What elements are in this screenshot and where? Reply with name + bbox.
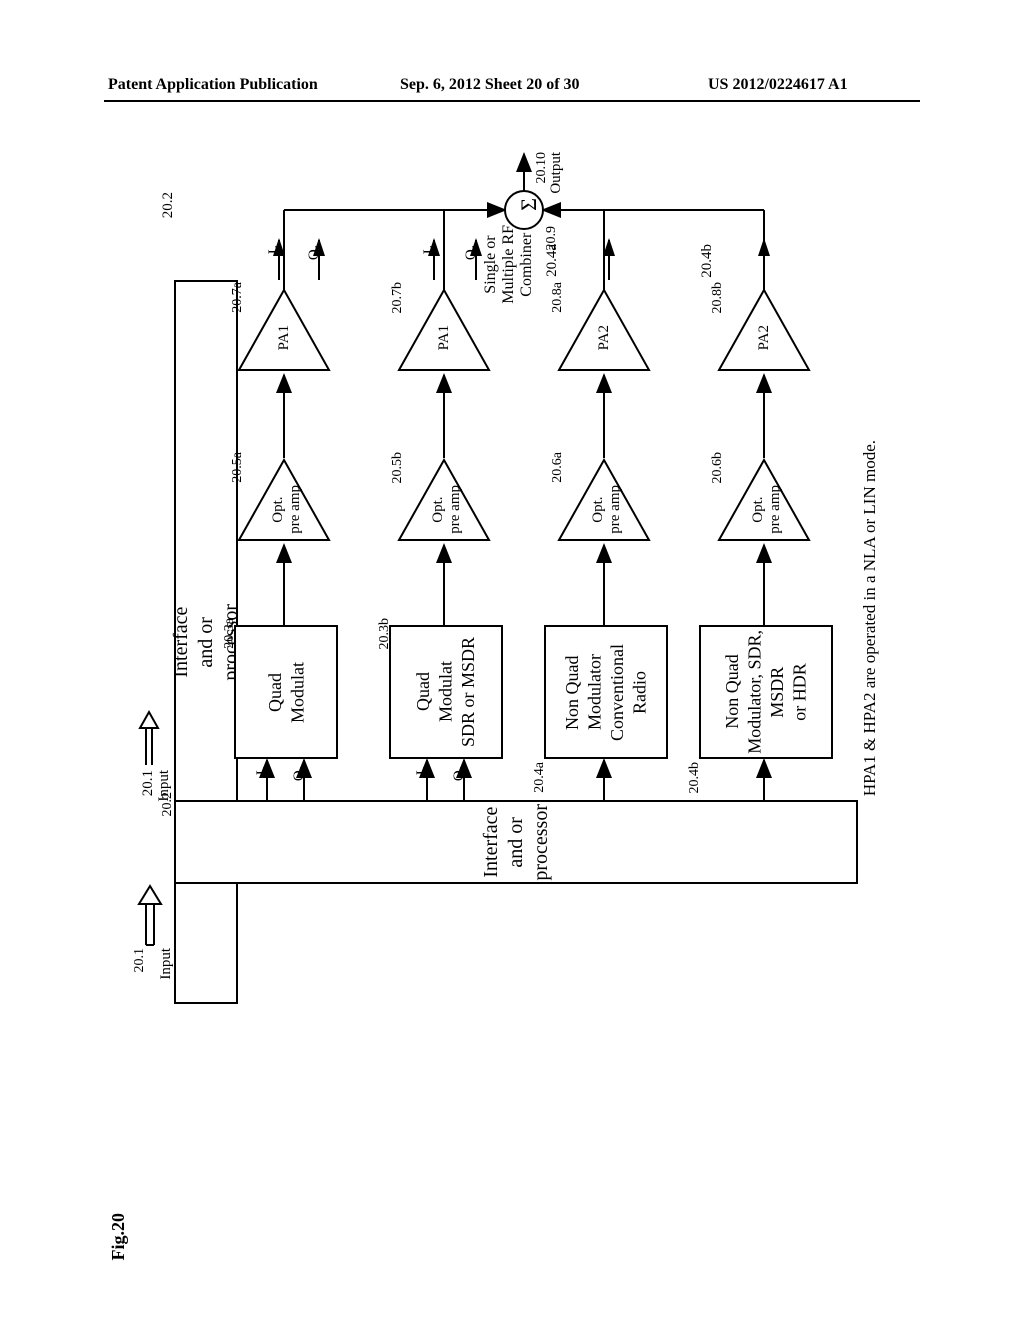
figure-number: Fig.20: [108, 1213, 129, 1261]
wires-upper: [104, 140, 920, 1200]
header-rule: [104, 100, 920, 102]
header-right: US 2012/0224617 A1: [708, 76, 848, 94]
header-left: Patent Application Publication: [108, 76, 318, 94]
header-center: Sep. 6, 2012 Sheet 20 of 30: [400, 76, 580, 94]
block-diagram: 20.1 Input Interface and or processor 20…: [104, 140, 920, 1220]
